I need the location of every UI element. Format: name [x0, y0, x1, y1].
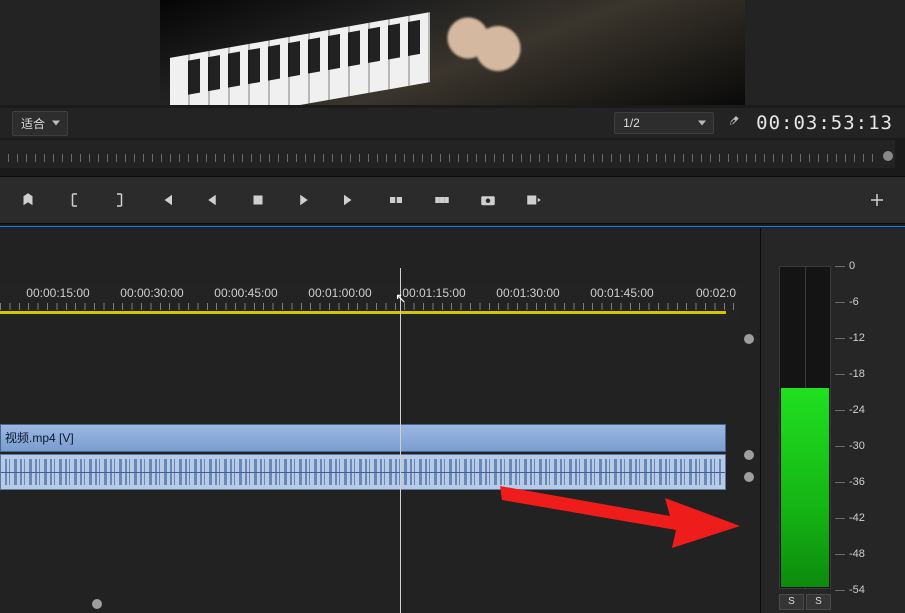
- meter-scale: 0-6-12-18-24-30-36-42-48-54: [835, 266, 901, 589]
- stop-button[interactable]: [248, 190, 268, 210]
- timeline-ruler[interactable]: 00:00:15:00 00:00:30:00 00:00:45:00 00:01:0…: [0, 284, 742, 320]
- go-to-in-button[interactable]: [156, 190, 176, 210]
- panel-divider: [0, 226, 905, 227]
- mark-out-button[interactable]: [110, 190, 130, 210]
- meter-db-label: -36: [849, 476, 865, 488]
- meter-db-label: -30: [849, 440, 865, 452]
- meter-db-label: -6: [849, 296, 859, 308]
- meter-db-label: -24: [849, 404, 865, 416]
- cursor-icon: ↖: [395, 290, 407, 307]
- solo-button-left[interactable]: S: [779, 594, 804, 610]
- video-clip[interactable]: 视频.mp4 [V]: [0, 424, 726, 452]
- vertical-zoom-scroll[interactable]: [744, 320, 754, 605]
- ruler-timestamp: 00:01:15:00: [402, 286, 465, 300]
- meter-level-right: [804, 388, 829, 587]
- step-back-button[interactable]: [202, 190, 222, 210]
- ruler-timestamp: 00:01:00:00: [308, 286, 371, 300]
- settings-icon[interactable]: [724, 114, 740, 133]
- ruler-timestamp: 00:01:45:00: [590, 286, 653, 300]
- ruler-timestamp: 00:02:0: [696, 286, 736, 300]
- scroll-handle[interactable]: [744, 334, 754, 344]
- mark-in-button[interactable]: [64, 190, 84, 210]
- meter-db-label: -54: [849, 584, 865, 596]
- audio-meter: [779, 266, 831, 589]
- overwrite-button[interactable]: [432, 190, 452, 210]
- transport-toolbar: [0, 176, 905, 224]
- ruler-timestamp: 00:00:15:00: [26, 286, 89, 300]
- meter-db-label: -12: [849, 332, 865, 344]
- solo-button-right[interactable]: S: [806, 594, 831, 610]
- scrubber-end-handle[interactable]: [883, 151, 893, 161]
- ruler-timestamp: 00:01:30:00: [496, 286, 559, 300]
- work-area-bar[interactable]: [0, 311, 726, 314]
- meter-db-label: -18: [849, 368, 865, 380]
- go-to-out-button[interactable]: [340, 190, 360, 210]
- meter-db-label: -48: [849, 548, 865, 560]
- button-editor-plus-icon[interactable]: [867, 190, 887, 210]
- snapshot-button[interactable]: [478, 190, 498, 210]
- scroll-handle[interactable]: [744, 472, 754, 482]
- timecode-display: 00:03:53:13: [756, 112, 893, 134]
- playhead[interactable]: ↖: [400, 268, 401, 613]
- scroll-handle[interactable]: [92, 599, 102, 609]
- program-monitor: [0, 0, 905, 105]
- add-marker-button[interactable]: [18, 190, 38, 210]
- scroll-handle[interactable]: [744, 450, 754, 460]
- horizontal-zoom-scroll[interactable]: [92, 599, 730, 609]
- timeline-panel: 00:00:15:00 00:00:30:00 00:00:45:00 00:01:0…: [0, 228, 760, 613]
- resolution-dropdown[interactable]: 1/2: [614, 112, 714, 134]
- monitor-scrubber[interactable]: [0, 140, 895, 168]
- insert-button[interactable]: [386, 190, 406, 210]
- ruler-timestamp: 00:00:30:00: [120, 286, 183, 300]
- play-button[interactable]: [294, 190, 314, 210]
- ruler-timestamp: 00:00:45:00: [214, 286, 277, 300]
- monitor-controls-bar: 适合 1/2 00:03:53:13: [0, 108, 905, 138]
- audio-meters-panel: 0 -6 -12 -18 -24 -30 -36 -42 -48 -54 S S: [760, 228, 905, 613]
- video-frame: [160, 0, 745, 105]
- zoom-dropdown[interactable]: 适合: [12, 111, 68, 136]
- meter-level-left: [781, 388, 806, 587]
- export-frame-button[interactable]: [524, 190, 544, 210]
- meter-db-label: 0: [849, 260, 855, 272]
- meter-db-label: -42: [849, 512, 865, 524]
- audio-clip[interactable]: [0, 454, 726, 490]
- tracks-area: 视频.mp4 [V]: [0, 328, 742, 593]
